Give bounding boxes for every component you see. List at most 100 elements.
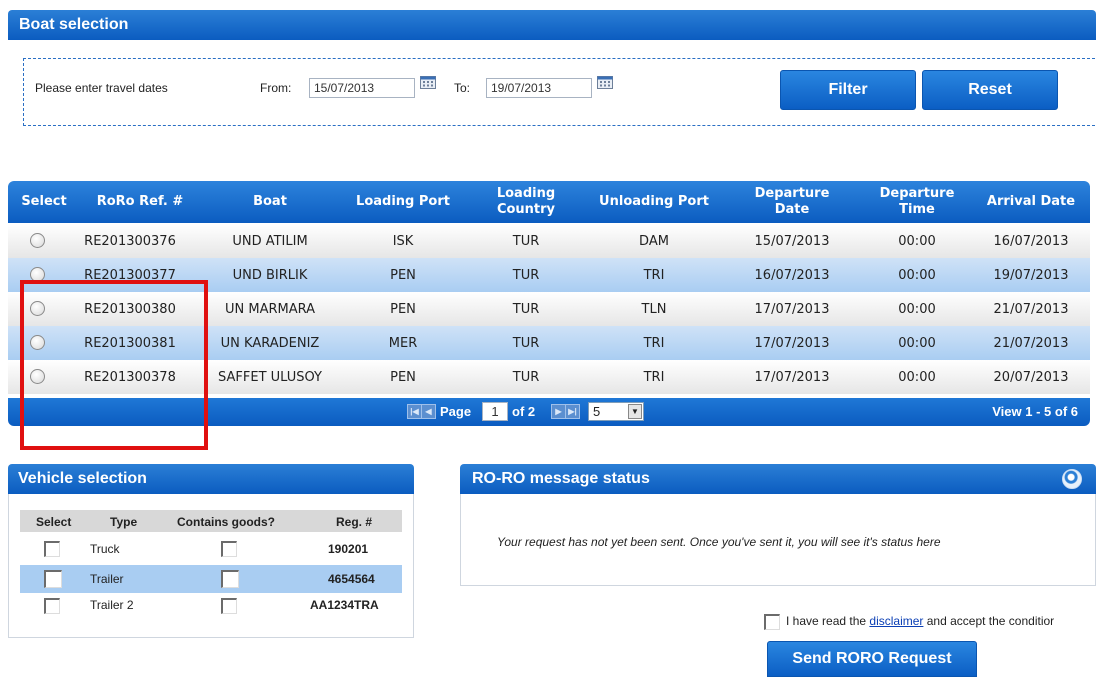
col-loading-country-line1: Loading <box>496 186 556 201</box>
col-unloading-port[interactable]: Unloading Port <box>586 181 722 223</box>
rows-per-page-value: 5 <box>593 404 601 419</box>
cell-departure-date: 17/07/2013 <box>754 369 830 385</box>
cell-loading-port: PEN <box>390 369 416 385</box>
disclaimer-suffix: and accept the conditior <box>923 614 1055 628</box>
cell-unloading-port: TLN <box>641 301 667 317</box>
col-departure-date[interactable]: Departure Date <box>722 181 862 223</box>
cell-arrival-date: 19/07/2013 <box>993 267 1069 283</box>
col-departure-time-line2: Time <box>899 202 935 217</box>
vehicle-table-header: Select Type Contains goods? Reg. # <box>20 510 402 532</box>
cell-ref: RE201300376 <box>84 233 176 249</box>
cell-loading-country: TUR <box>512 335 540 351</box>
vt-col-select: Select <box>36 515 72 529</box>
cell-loading-port: PEN <box>390 301 416 317</box>
disclaimer-text: I have read the disclaimer and accept th… <box>786 614 1054 628</box>
cell-unloading-port: TRI <box>643 267 665 283</box>
cell-loading-port: MER <box>388 335 418 351</box>
vehicle-select-checkbox[interactable] <box>44 598 60 614</box>
vehicle-reg: 4654564 <box>328 572 375 586</box>
vehicle-select-checkbox[interactable] <box>44 570 62 588</box>
cell-departure-date: 16/07/2013 <box>754 267 830 283</box>
to-label: To: <box>454 81 471 95</box>
cell-loading-country: TUR <box>512 267 540 283</box>
page-of-label: of 2 <box>512 404 536 419</box>
col-loading-country-line2: Country <box>496 202 556 217</box>
vehicle-selection-title: Vehicle selection <box>18 470 147 487</box>
contains-goods-checkbox[interactable] <box>221 570 239 588</box>
col-loading-country[interactable]: Loading Country <box>466 181 586 223</box>
calendar-icon[interactable] <box>597 75 613 89</box>
cell-loading-port: ISK <box>392 233 414 249</box>
col-departure-date-line2: Date <box>774 202 810 217</box>
cell-departure-time: 00:00 <box>898 233 936 249</box>
cell-loading-port: PEN <box>390 267 416 283</box>
cell-unloading-port: DAM <box>639 233 669 249</box>
col-loading-port[interactable]: Loading Port <box>340 181 466 223</box>
boat-table-header: Select RoRo Ref. # Boat Loading Port Loa… <box>8 181 1090 223</box>
disclaimer-prefix: I have read the <box>786 614 870 628</box>
last-page-icon[interactable]: ▶| <box>565 404 580 419</box>
from-date-input[interactable] <box>309 78 415 98</box>
vt-col-type: Type <box>110 515 138 529</box>
vehicle-type: Trailer 2 <box>90 598 134 612</box>
boat-selection-title: Boat selection <box>19 16 129 33</box>
reset-button[interactable]: Reset <box>922 70 1058 110</box>
cell-arrival-date: 21/07/2013 <box>993 301 1069 317</box>
chevron-down-icon[interactable]: ▼ <box>628 404 642 419</box>
disclaimer-link[interactable]: disclaimer <box>869 614 923 628</box>
vehicle-row[interactable]: Trailer 2 AA1234TRA <box>20 595 402 617</box>
cell-boat: SAFFET ULUSOY <box>218 369 322 385</box>
cell-loading-country: TUR <box>512 369 540 385</box>
vehicle-type: Trailer <box>90 572 124 586</box>
boat-selection-header: Boat selection <box>8 10 1096 40</box>
rows-per-page-select[interactable]: 5 ▼ <box>588 402 644 421</box>
vt-col-reg: Reg. # <box>336 515 373 529</box>
cell-departure-date: 17/07/2013 <box>754 335 830 351</box>
to-date-input[interactable] <box>486 78 592 98</box>
cell-loading-country: TUR <box>512 301 540 317</box>
vt-col-contains-goods: Contains goods? <box>177 515 275 529</box>
cell-departure-date: 15/07/2013 <box>754 233 830 249</box>
page-number-input[interactable] <box>482 402 508 421</box>
disclaimer-checkbox[interactable] <box>764 614 780 630</box>
calendar-icon[interactable] <box>420 75 436 89</box>
from-label: From: <box>260 81 292 95</box>
date-prompt: Please enter travel dates <box>35 81 168 95</box>
vehicle-selection-header: Vehicle selection <box>8 464 414 494</box>
next-page-icon[interactable]: ▶ <box>551 404 566 419</box>
contains-goods-checkbox[interactable] <box>221 598 237 614</box>
cell-departure-time: 00:00 <box>898 335 936 351</box>
cell-departure-time: 00:00 <box>898 369 936 385</box>
row-select-radio[interactable] <box>30 233 45 248</box>
col-select: Select <box>21 194 67 209</box>
col-boat[interactable]: Boat <box>200 181 340 223</box>
cell-arrival-date: 21/07/2013 <box>993 335 1069 351</box>
prev-page-icon[interactable]: ◀ <box>421 404 436 419</box>
roro-status-header: RO-RO message status <box>460 464 1096 494</box>
col-arrival-date[interactable]: Arrival Date <box>972 181 1090 223</box>
roro-status-message: Your request has not yet been sent. Once… <box>497 535 941 549</box>
col-departure-time-line1: Departure <box>879 186 955 201</box>
filter-button[interactable]: Filter <box>780 70 916 110</box>
cell-boat: UN MARMARA <box>224 301 316 317</box>
vehicle-row[interactable]: Trailer 4654564 <box>20 565 402 593</box>
roro-status-title: RO-RO message status <box>472 470 650 487</box>
first-page-icon[interactable]: |◀ <box>407 404 422 419</box>
send-roro-request-button[interactable]: Send RORO Request <box>767 641 977 677</box>
cell-unloading-port: TRI <box>643 335 665 351</box>
vehicle-select-checkbox[interactable] <box>44 541 60 557</box>
contains-goods-checkbox[interactable] <box>221 541 237 557</box>
vehicle-reg: AA1234TRA <box>310 598 379 612</box>
refresh-icon[interactable] <box>1062 469 1082 489</box>
col-departure-time[interactable]: Departure Time <box>862 181 972 223</box>
col-roro-ref[interactable]: RoRo Ref. # <box>80 181 200 223</box>
vehicle-reg: 190201 <box>328 542 369 556</box>
cell-departure-time: 00:00 <box>898 301 936 317</box>
cell-boat: UND BIRLIK <box>232 267 308 283</box>
table-row[interactable]: RE201300376 UND ATILIM ISK TUR DAM 15/07… <box>8 224 1090 258</box>
vehicle-type: Truck <box>90 542 120 556</box>
vehicle-row[interactable]: Truck 190201 <box>20 538 402 560</box>
col-departure-date-line1: Departure <box>754 186 830 201</box>
cell-boat: UN KARADENIZ <box>220 335 320 351</box>
cell-arrival-date: 16/07/2013 <box>993 233 1069 249</box>
